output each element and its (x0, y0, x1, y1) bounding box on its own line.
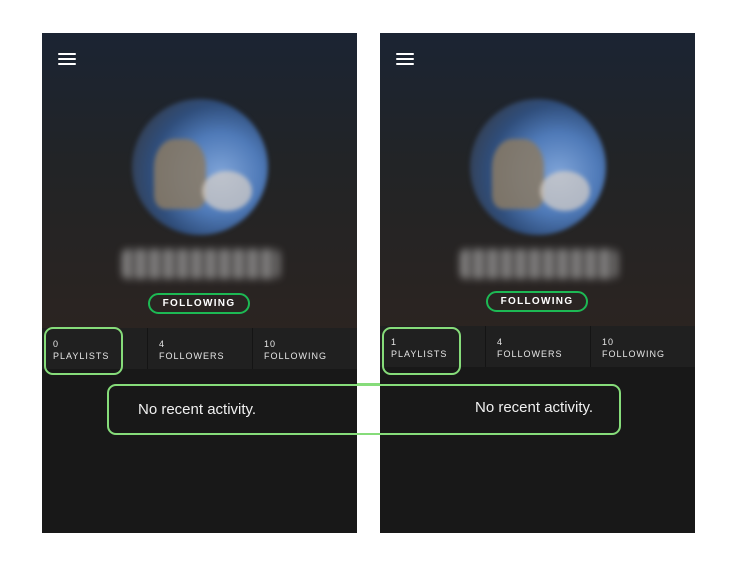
stat-count: 4 (497, 337, 504, 347)
profile-screen-left: FOLLOWING 0 PLAYLISTS 4 FOLLOWERS 10 FOL… (42, 33, 357, 533)
highlight-connector (357, 433, 380, 435)
highlight-playlists-left (44, 327, 123, 375)
stat-count: 10 (264, 339, 277, 349)
highlight-playlists-right (382, 327, 461, 375)
stat-label: FOLLOWING (264, 351, 328, 361)
profile-name-blurred (460, 249, 618, 279)
stat-count: 10 (602, 337, 615, 347)
stat-label: FOLLOWERS (159, 351, 225, 361)
hamburger-menu-icon[interactable] (58, 53, 76, 66)
stat-label: FOLLOWING (602, 349, 666, 359)
highlight-connector (357, 383, 380, 385)
stat-count: 4 (159, 339, 166, 349)
stat-following[interactable]: 10 FOLLOWING (590, 326, 694, 367)
stat-label: FOLLOWERS (497, 349, 563, 359)
stat-following[interactable]: 10 FOLLOWING (252, 328, 356, 369)
profile-name-blurred (122, 249, 280, 279)
highlight-activity (107, 384, 621, 435)
avatar (132, 99, 268, 235)
stat-followers[interactable]: 4 FOLLOWERS (485, 326, 589, 367)
avatar (470, 99, 606, 235)
stat-followers[interactable]: 4 FOLLOWERS (147, 328, 251, 369)
hamburger-menu-icon[interactable] (396, 53, 414, 66)
following-button[interactable]: FOLLOWING (486, 291, 588, 312)
profile-screen-right: FOLLOWING 1 PLAYLISTS 4 FOLLOWERS 10 FOL… (380, 33, 695, 533)
following-button[interactable]: FOLLOWING (148, 293, 250, 314)
